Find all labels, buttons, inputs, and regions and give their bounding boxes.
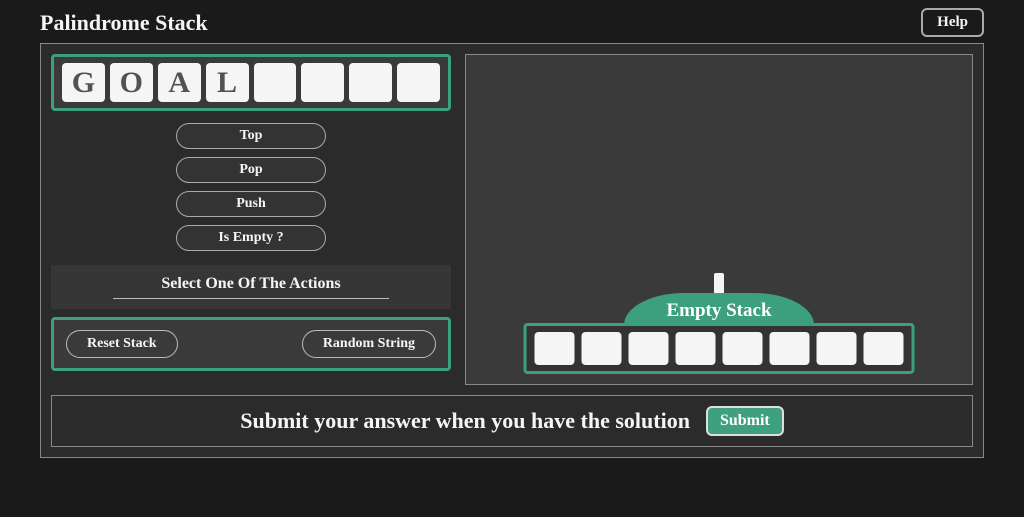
bottom-controls: Reset Stack Random String [51, 317, 451, 371]
result-tile [770, 332, 810, 365]
stack-label: Empty Stack [624, 293, 814, 325]
goal-tile [254, 63, 297, 102]
stack-label-wrap: Empty Stack [624, 293, 814, 325]
submit-bar: Submit your answer when you have the sol… [51, 395, 973, 447]
action-button-top[interactable]: Top [176, 123, 326, 149]
result-tile [817, 332, 857, 365]
result-box [524, 323, 915, 374]
header: Palindrome Stack Help [40, 8, 984, 37]
help-button[interactable]: Help [921, 8, 984, 37]
select-label-wrap: Select One Of The Actions [51, 265, 451, 309]
random-string-button[interactable]: Random String [302, 330, 436, 358]
main-frame: GOAL Top Pop Push Is Empty ? Select One Of … [40, 43, 984, 458]
goal-box: GOAL [51, 54, 451, 111]
select-action-label: Select One Of The Actions [113, 275, 388, 299]
goal-tile [301, 63, 344, 102]
result-tile [535, 332, 575, 365]
goal-tile: L [206, 63, 249, 102]
stack-visual: Empty Stack [466, 273, 972, 328]
submit-text: Submit your answer when you have the sol… [240, 408, 690, 434]
page-title: Palindrome Stack [40, 10, 208, 36]
right-panel: Empty Stack [465, 54, 973, 385]
goal-tile: G [62, 63, 105, 102]
goal-tile [349, 63, 392, 102]
result-tile [676, 332, 716, 365]
result-tile [723, 332, 763, 365]
actions-list: Top Pop Push Is Empty ? [51, 119, 451, 257]
goal-tile: A [158, 63, 201, 102]
stack-peg [714, 273, 724, 293]
reset-stack-button[interactable]: Reset Stack [66, 330, 178, 358]
submit-button[interactable]: Submit [706, 406, 784, 436]
action-button-pop[interactable]: Pop [176, 157, 326, 183]
left-panel: GOAL Top Pop Push Is Empty ? Select One Of … [51, 54, 451, 385]
action-button-push[interactable]: Push [176, 191, 326, 217]
result-tile [582, 332, 622, 365]
result-tile [864, 332, 904, 365]
result-tile [629, 332, 669, 365]
goal-tile: O [110, 63, 153, 102]
goal-tile [397, 63, 440, 102]
action-button-is-empty-[interactable]: Is Empty ? [176, 225, 326, 251]
